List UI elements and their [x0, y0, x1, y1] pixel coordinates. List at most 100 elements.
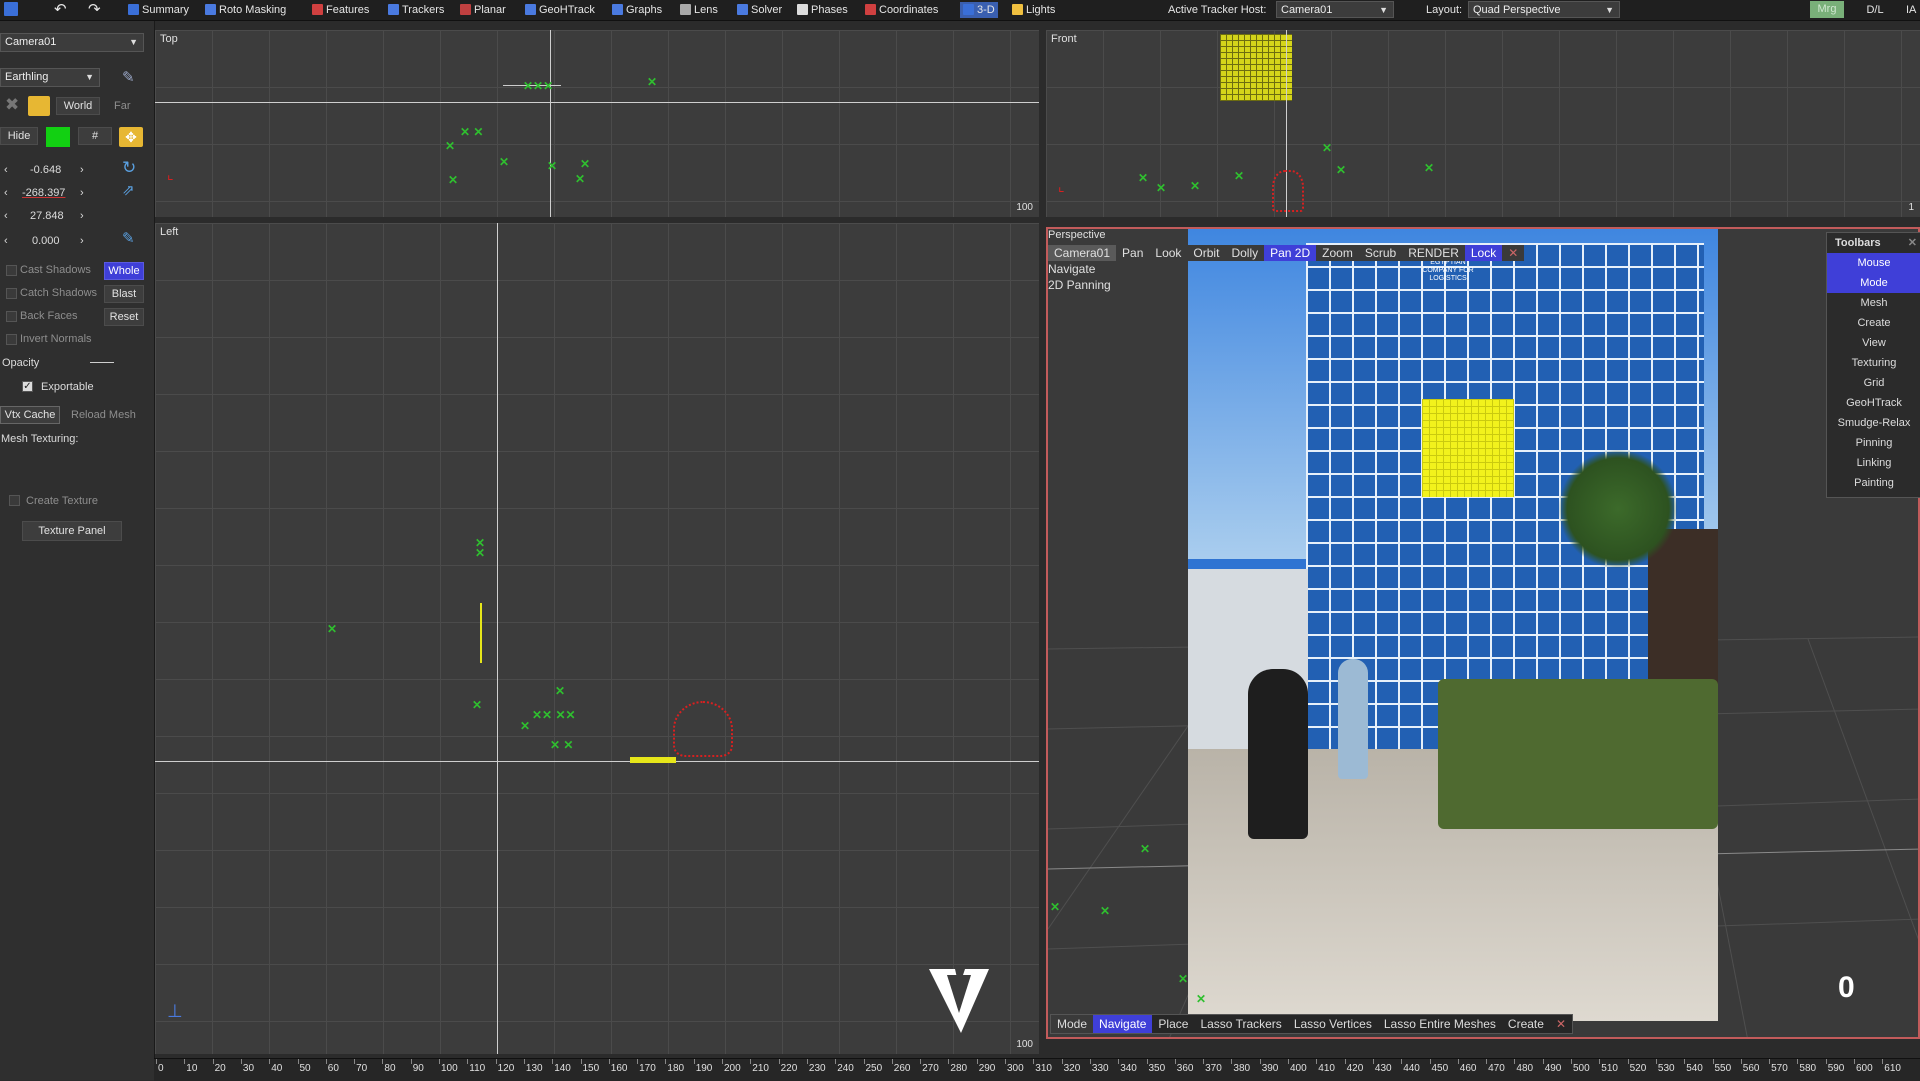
merge-button[interactable]: Mrg [1810, 1, 1844, 18]
toolbars-item-linking[interactable]: Linking [1827, 453, 1920, 473]
nav-scrub[interactable]: Scrub [1359, 245, 1402, 261]
mode-navigate[interactable]: Navigate [1093, 1015, 1153, 1033]
create-texture-checkbox[interactable] [9, 495, 20, 506]
toolbars-item-view[interactable]: View [1827, 333, 1920, 353]
mode-lasso-trackers[interactable]: Lasso Trackers [1194, 1015, 1287, 1033]
magic-wand-icon[interactable]: ✎ [122, 68, 135, 86]
rotate-icon[interactable]: ↻ [122, 158, 136, 178]
blast-button[interactable]: Blast [104, 285, 144, 303]
back-faces-checkbox[interactable] [6, 311, 17, 322]
toolbars-item-geohtrack[interactable]: GeoHTrack [1827, 393, 1920, 413]
toolbar-tab-coordinates[interactable]: Coordinates [865, 2, 938, 18]
nav-pan[interactable]: Pan [1116, 245, 1149, 261]
increment-icon[interactable]: › [80, 164, 84, 176]
toolbar-tab-lens[interactable]: Lens [680, 2, 718, 18]
toolbar-tab-solver[interactable]: Solver [737, 2, 782, 18]
hash-button[interactable]: # [78, 127, 112, 145]
undo-icon[interactable]: ↶ [54, 2, 67, 18]
tracker-point[interactable]: ✕ [1140, 843, 1150, 855]
tracker-point[interactable]: ✕ [1156, 182, 1166, 194]
left-viewport[interactable]: Left ✕ ✕ ✕ ✕ ✕✕ ✕✕ ✕ ✕ ✕ ✕ ⊥ 100 [155, 223, 1039, 1054]
toolbar-tab-lights[interactable]: Lights [1012, 2, 1055, 18]
tracker-point[interactable]: ✕ [1100, 905, 1110, 917]
toolbars-item-mode[interactable]: Mode [1827, 273, 1920, 293]
mesh-color-swatch[interactable] [46, 127, 70, 147]
mesh-plane-edge[interactable] [480, 603, 482, 663]
tracker-point[interactable]: ✕ [580, 158, 590, 170]
timeline[interactable]: 0 10 20 30 40 50 60 70 80 90 100 110 120 130 140 150 160… [154, 1058, 1920, 1081]
perspective-viewport[interactable]: Perspective EGYPTIAN COMPANY FOR LOGISTI… [1046, 227, 1920, 1039]
front-viewport[interactable]: Front ✕ ✕ ✕ ✕ ✕ ✕ ✕ ⌞ 1 [1046, 30, 1920, 217]
invert-normals-checkbox[interactable] [6, 334, 17, 345]
pipette-icon[interactable]: ✎ [122, 229, 135, 247]
decrement-icon[interactable]: ‹ [4, 210, 8, 222]
rotation-value[interactable]: 0.000 [32, 235, 60, 247]
hide-button[interactable]: Hide [0, 127, 38, 145]
tracker-point[interactable]: ✕✕ ✕✕ [532, 709, 576, 721]
toolbar-tab-3-d[interactable]: 3-D [960, 2, 998, 18]
decrement-icon[interactable]: ‹ [4, 235, 8, 247]
tracker-point[interactable]: ✕ ✕ [550, 739, 573, 751]
tracker-point[interactable]: ✕ [327, 623, 337, 635]
tracker-point[interactable]: ✕ [647, 76, 657, 88]
mode-place[interactable]: Place [1152, 1015, 1194, 1033]
toolbar-tab-summary[interactable]: Summary [128, 2, 189, 18]
toolbar-tab-graphs[interactable]: Graphs [612, 2, 662, 18]
tracker-point[interactable]: ✕ [445, 140, 455, 152]
decrement-icon[interactable]: ‹ [4, 187, 8, 199]
tracker-point[interactable]: ✕ [555, 685, 565, 697]
tracker-point[interactable]: ✕ ✕ [460, 126, 483, 138]
tracker-point[interactable]: ✕ [1336, 164, 1346, 176]
vtx-cache-button[interactable]: Vtx Cache [0, 406, 60, 424]
nav-lock[interactable]: Lock [1464, 245, 1503, 261]
mesh-plane-overlay[interactable] [1422, 399, 1514, 497]
ia-button[interactable]: IA [1906, 2, 1920, 18]
dl-button[interactable]: D/L [1860, 2, 1890, 18]
tracker-point[interactable]: ✕ [520, 720, 530, 732]
increment-icon[interactable]: › [80, 187, 84, 199]
toolbar-tab-phases[interactable]: Phases [797, 2, 848, 18]
cast-shadows-checkbox[interactable] [6, 265, 17, 276]
tracker-point[interactable]: ✕ [547, 160, 557, 172]
nav-render[interactable]: RENDER [1402, 245, 1465, 261]
tracker-point[interactable]: ✕ [1234, 170, 1244, 182]
tracker-point[interactable]: ✕ [1050, 901, 1060, 913]
toolbar-tab-planar[interactable]: Planar [460, 2, 506, 18]
nav-pan-2d[interactable]: Pan 2D [1264, 245, 1317, 261]
toolbars-item-smudge-relax[interactable]: Smudge-Relax [1827, 413, 1920, 433]
tracker-point[interactable]: ✕ [499, 156, 509, 168]
app-menu-icon[interactable] [4, 2, 21, 18]
nav-orbit[interactable]: Orbit [1187, 245, 1225, 261]
tracker-point[interactable]: ✕ [1178, 973, 1188, 985]
active-tracker-host-select[interactable]: Camera01 ▼ [1276, 1, 1394, 18]
move-tool-icon[interactable]: ✥ [119, 127, 143, 147]
tracker-point[interactable]: ✕ [1322, 142, 1332, 154]
mesh-plane-front[interactable] [1220, 34, 1292, 101]
toolbars-item-texturing[interactable]: Texturing [1827, 353, 1920, 373]
reset-button[interactable]: Reset [104, 308, 144, 326]
toolbar-tab-trackers[interactable]: Trackers [388, 2, 444, 18]
scale-icon[interactable]: ⇗ [122, 181, 135, 199]
tracker-point[interactable]: ✕✕✕ [523, 80, 553, 92]
tracker-point[interactable]: ✕ [448, 174, 458, 186]
position-z-value[interactable]: 27.848 [30, 210, 64, 222]
exportable-checkbox[interactable]: ✓ [22, 381, 33, 392]
tracker-point[interactable]: ✕ [1190, 180, 1200, 192]
toolbar-tab-features[interactable]: Features [312, 2, 369, 18]
increment-icon[interactable]: › [80, 210, 84, 222]
nav-dolly[interactable]: Dolly [1225, 245, 1264, 261]
toolbars-item-grid[interactable]: Grid [1827, 373, 1920, 393]
camera-select[interactable]: Camera01 ▼ [0, 33, 144, 52]
world-button[interactable]: World [56, 97, 100, 115]
mode-lasso-vertices[interactable]: Lasso Vertices [1288, 1015, 1378, 1033]
position-y-value[interactable]: -268.397 [22, 187, 65, 199]
delete-icon[interactable]: ✖ [5, 95, 19, 115]
nav-look[interactable]: Look [1149, 245, 1187, 261]
tracker-point[interactable]: ✕ [475, 547, 485, 559]
toolbar-tab-roto-masking[interactable]: Roto Masking [205, 2, 286, 18]
tracker-point[interactable]: ✕ [1138, 172, 1148, 184]
tracker-point[interactable]: ✕ [1424, 162, 1434, 174]
top-viewport[interactable]: Top ✕✕✕ ✕ ✕ ✕ ✕ ✕ ✕ ✕ ✕ ✕ ⌞ 100 [155, 30, 1039, 217]
tracker-point[interactable]: ✕ [1196, 993, 1206, 1005]
mesh-select[interactable]: Earthling ▼ [0, 68, 100, 87]
